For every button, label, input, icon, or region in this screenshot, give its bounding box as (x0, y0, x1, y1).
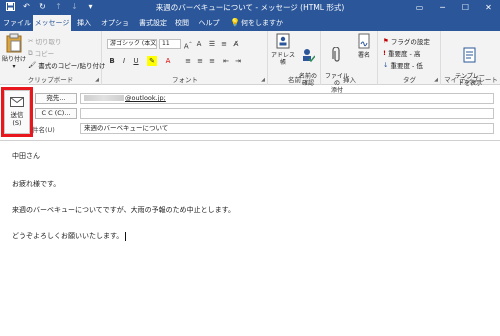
window-controls: ▭ ─ ☐ ✕ (408, 0, 500, 15)
ribbon: 貼り付け ▾ ✂ 切り取り ⧉ コピー 🖌 書式のコピー/貼り付け クリップボード ◢… (0, 31, 500, 94)
names-group-label: 名前 (288, 76, 301, 84)
lightbulb-icon: 💡 (230, 18, 240, 27)
paintbrush-icon: 🖌 (28, 61, 37, 69)
include-group: ファイルの 添付 署名 挿入 (322, 31, 378, 94)
tab-insert[interactable]: 挿入 (74, 15, 94, 31)
shrink-font-icon[interactable]: A (194, 39, 204, 49)
high-importance-button[interactable]: ! 重要度 - 高 (383, 48, 420, 58)
subject-field[interactable]: 来週のバーベキューについて (80, 123, 494, 134)
send-button[interactable]: 送信 (S) (4, 90, 30, 134)
check-names-icon (296, 40, 320, 65)
dialog-launcher-icon[interactable]: ◢ (434, 77, 438, 83)
to-field[interactable]: @outlook.jp; (80, 93, 494, 104)
paperclip-icon (324, 40, 350, 65)
clipboard-group: 貼り付け ▾ ✂ 切り取り ⧉ コピー 🖌 書式のコピー/貼り付け クリップボード ◢ (0, 31, 105, 85)
body-line: お疲れ様です。 (12, 180, 61, 188)
maximize-icon[interactable]: ☐ (454, 0, 477, 15)
underline-icon[interactable]: U (131, 56, 141, 66)
clipboard-icon (2, 33, 26, 55)
copy-button[interactable]: ⧉ コピー (28, 48, 54, 59)
font-group: 游ゴシック (本文 11 A^ A ☰ ≡ A̸ B I U ✎ A ≡ ≡ ≡… (103, 31, 268, 85)
format-painter-button[interactable]: 🖌 書式のコピー/貼り付け (28, 60, 105, 70)
increase-indent-icon[interactable]: ⇥ (233, 56, 243, 66)
to-button[interactable]: 宛先... (35, 93, 77, 104)
body-line-last: どうぞよろしくお願いいたします。 (12, 231, 127, 241)
body-line: 中田さん (12, 152, 40, 160)
clear-format-icon[interactable]: A̸ (231, 39, 241, 49)
address-book-button[interactable]: アドレス帳 (271, 33, 295, 66)
decrease-indent-icon[interactable]: ⇤ (221, 56, 231, 66)
align-center-icon[interactable]: ≡ (195, 56, 205, 66)
include-group-label: 挿入 (343, 76, 356, 84)
tags-group-label: タグ (403, 76, 416, 84)
body-line: 来週のバーベキューについてですが、大雨の予報のため中止とします。 (12, 206, 235, 214)
address-book-icon (271, 33, 295, 51)
text-caret (125, 231, 127, 241)
tell-me-box[interactable]: 何をしますか (241, 15, 291, 31)
font-size-combo[interactable]: 11 (159, 39, 181, 49)
send-envelope-icon (10, 97, 24, 109)
grow-font-icon[interactable]: A^ (183, 39, 193, 50)
scissors-icon: ✂ (28, 37, 34, 45)
cc-button[interactable]: C C (C)... (35, 108, 77, 119)
tab-format-text[interactable]: 書式設定 (137, 15, 169, 31)
tab-options[interactable]: オプション (98, 15, 132, 43)
cc-field[interactable] (80, 108, 494, 119)
bullets-icon[interactable]: ☰ (207, 39, 217, 49)
dialog-launcher-icon[interactable]: ◢ (95, 77, 99, 83)
tab-help[interactable]: ヘルプ (196, 15, 222, 31)
templates-group-label: マイ テンプレート (444, 76, 498, 84)
align-right-icon[interactable]: ≡ (207, 56, 217, 66)
exclamation-icon: ! (383, 49, 386, 57)
highlight-icon[interactable]: ✎ (147, 56, 157, 66)
follow-up-button[interactable]: ⚑ フラグの設定 (383, 36, 430, 46)
paste-button[interactable]: 貼り付け ▾ (2, 33, 26, 70)
align-left-icon[interactable]: ≡ (183, 56, 193, 66)
message-body[interactable]: 中田さん お疲れ様です。 来週のバーベキューについてですが、大雨の予報のため中止… (0, 140, 500, 336)
italic-icon[interactable]: I (119, 56, 129, 66)
copy-icon: ⧉ (28, 48, 33, 57)
redacted-address (84, 95, 124, 101)
ribbon-tabs: ファイル メッセージ 挿入 オプション 書式設定 校閲 ヘルプ 💡 何をしますか (0, 15, 500, 43)
bold-icon[interactable]: B (107, 56, 117, 66)
ribbon-display-icon[interactable]: ▭ (408, 0, 431, 15)
font-name-combo[interactable]: 游ゴシック (本文 (107, 39, 157, 49)
check-names-button[interactable]: 名前の 確認 (296, 33, 320, 94)
subject-label: 件名(U) (32, 126, 55, 134)
attach-file-button[interactable]: ファイルの 添付 (324, 33, 350, 101)
close-icon[interactable]: ✕ (477, 0, 500, 15)
tags-group: ⚑ フラグの設定 ! 重要度 - 高 ↓ 重要度 - 低 タグ ◢ (379, 31, 441, 85)
names-group: アドレス帳 名前の 確認 名前 (269, 31, 321, 87)
dialog-launcher-icon[interactable]: ◢ (261, 77, 265, 83)
clipboard-group-label: クリップボード (27, 76, 74, 84)
template-icon (450, 40, 490, 65)
templates-group: テンプレー トを表示 マイ テンプレート (442, 31, 500, 87)
down-arrow-icon: ↓ (383, 61, 389, 69)
signature-icon (352, 33, 376, 51)
tab-message[interactable]: メッセージ (33, 15, 71, 31)
cut-button[interactable]: ✂ 切り取り (28, 36, 61, 46)
flag-icon: ⚑ (383, 37, 389, 45)
low-importance-button[interactable]: ↓ 重要度 - 低 (383, 60, 423, 70)
view-templates-button[interactable]: テンプレー トを表示 (450, 33, 490, 94)
signature-button[interactable]: 署名 (352, 33, 376, 59)
tab-review[interactable]: 校閲 (173, 15, 191, 31)
font-group-label: フォント (172, 76, 198, 84)
tab-file[interactable]: ファイル (2, 15, 32, 31)
minimize-icon[interactable]: ─ (431, 0, 454, 15)
font-color-icon[interactable]: A (163, 56, 173, 66)
chevron-down-icon: ▾ (12, 63, 16, 70)
title-bar: ↶ ↻ ↑ ↓ ▾ 来週のバーベキューについて - メッセージ (HTML 形式… (0, 0, 500, 15)
numbering-icon[interactable]: ≡ (219, 39, 229, 49)
